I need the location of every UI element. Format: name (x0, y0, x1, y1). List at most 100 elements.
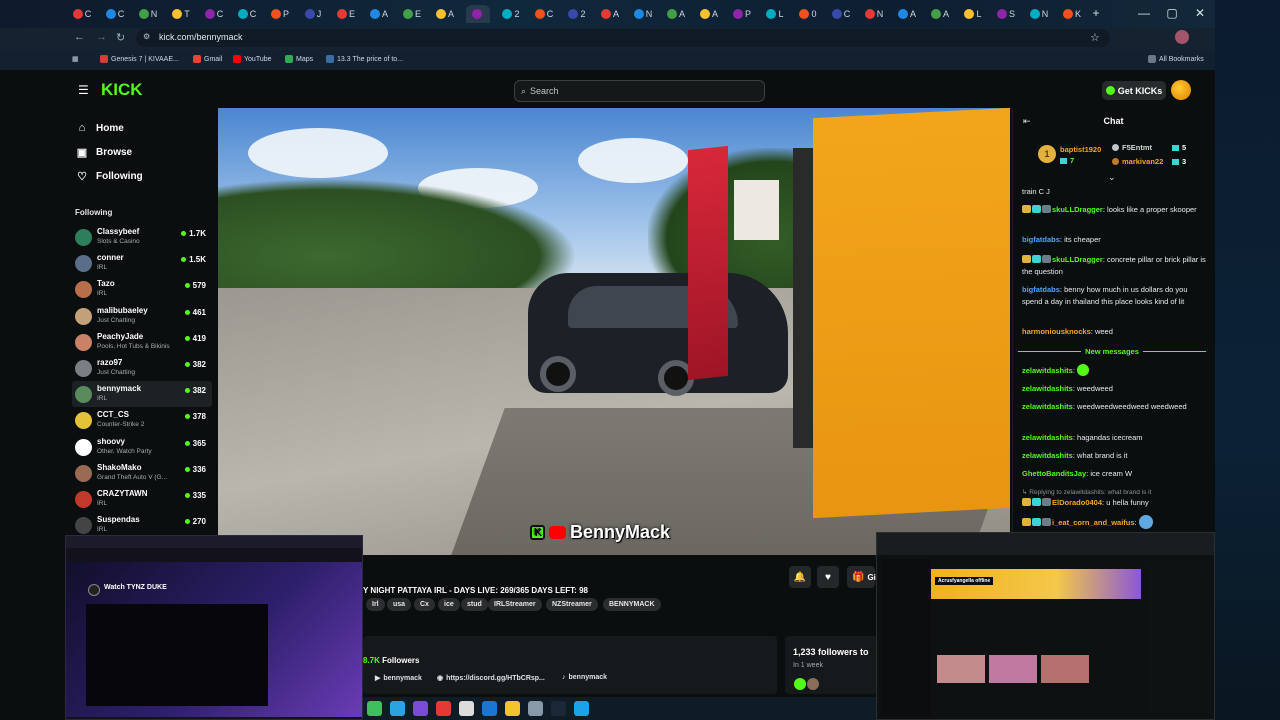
browser-tab[interactable]: A (367, 5, 391, 23)
browser-tab[interactable]: C (235, 5, 259, 23)
chat-username[interactable]: harmoniousknocks (1022, 327, 1091, 336)
chat-username[interactable]: bigfatdabs (1022, 235, 1060, 244)
browser-tab[interactable]: N (1027, 5, 1051, 23)
browser-tab[interactable]: 0 (796, 5, 820, 23)
browser-tab[interactable]: C (202, 5, 226, 23)
bookmark-item[interactable]: 13.3 The price of to... (326, 55, 403, 63)
chat-username[interactable]: zelawitdashits (1022, 366, 1073, 375)
browser-tab[interactable]: L (961, 5, 985, 23)
bookmark-star-icon[interactable]: ☆ (1090, 31, 1100, 44)
browser-tab[interactable]: P (268, 5, 292, 23)
outlook-icon[interactable] (482, 701, 497, 716)
sidebar-channel-item[interactable]: conner IRL 1.5K (72, 250, 212, 276)
get-kicks-button[interactable]: Get KICKs (1102, 81, 1166, 100)
nav-following[interactable]: ♡ Following (76, 170, 143, 183)
profile-avatar[interactable] (1175, 30, 1189, 44)
gifter-entry[interactable]: markivan22 (1112, 157, 1163, 166)
browser-tab[interactable]: E (334, 5, 358, 23)
site-info-icon[interactable]: ⚙ (143, 32, 150, 41)
apps-icon[interactable]: ▦ (72, 55, 79, 63)
stream-tag[interactable]: Irl (366, 598, 385, 611)
chat-username[interactable]: zelawitdashits (1022, 433, 1073, 442)
nav-browse[interactable]: ▣ Browse (76, 146, 132, 159)
app-icon[interactable] (367, 701, 382, 716)
thumbnail-window-left[interactable]: Watch TYNZ DUKE (65, 535, 363, 720)
browser-tab[interactable]: C (103, 5, 127, 23)
expand-gifters-icon[interactable]: ⌄ (1108, 172, 1116, 183)
follow-heart-button[interactable]: ♥ (817, 566, 839, 588)
browser-tab[interactable]: K (1060, 5, 1084, 23)
chat-username[interactable]: zelawitdashits (1022, 451, 1073, 460)
browser-tab[interactable]: L (763, 5, 787, 23)
new-tab-button[interactable]: + (1082, 4, 1110, 22)
app-icon[interactable] (459, 701, 474, 716)
browser-tab[interactable]: A (598, 5, 622, 23)
gifter-entry[interactable]: baptist1920 (1060, 145, 1101, 154)
chat-username[interactable]: skuLLDragger (1052, 255, 1103, 264)
browser-tab[interactable]: A (697, 5, 721, 23)
browser-tab[interactable]: A (433, 5, 457, 23)
browser-tab[interactable]: A (928, 5, 952, 23)
browser-tab[interactable]: C (70, 5, 94, 23)
chat-username[interactable]: GhettoBanditsJay (1022, 469, 1086, 478)
browser-tab[interactable]: A (895, 5, 919, 23)
reload-icon[interactable]: ↻ (116, 31, 125, 44)
app-icon[interactable] (574, 701, 589, 716)
sidebar-channel-item[interactable]: bennymack IRL 382 (72, 381, 212, 408)
stream-tag[interactable]: stud (461, 598, 488, 611)
browser-tab[interactable]: P (730, 5, 754, 23)
browser-tab[interactable]: S (994, 5, 1018, 23)
browser-tab[interactable] (466, 5, 490, 23)
gifter-entry[interactable]: F5Entmt (1112, 143, 1152, 152)
browser-tab[interactable]: T (169, 5, 193, 23)
sidebar-channel-item[interactable]: CCT_CS Counter-Strike 2 378 (72, 407, 212, 433)
browser-tab[interactable]: C (532, 5, 556, 23)
video-player[interactable] (218, 108, 1010, 555)
browser-tab[interactable]: J (301, 5, 325, 23)
sidebar-channel-item[interactable]: Tazo IRL 579 (72, 276, 212, 302)
bookmark-item[interactable]: Gmail (193, 55, 222, 63)
social-link-tiktok[interactable]: ♪ bennymack (562, 674, 607, 681)
kick-logo[interactable]: KICK (101, 80, 143, 100)
sidebar-channel-item[interactable]: razo97 Just Chatting 382 (72, 355, 212, 381)
menu-icon[interactable]: ☰ (78, 83, 89, 97)
gift-button[interactable]: 🎁 Gi (847, 566, 876, 588)
back-icon[interactable]: ← (74, 31, 85, 43)
browser-tab[interactable]: C (829, 5, 853, 23)
browser-tab[interactable]: N (631, 5, 655, 23)
stream-tag[interactable]: IRLStreamer (488, 598, 542, 611)
browser-tab[interactable]: N (136, 5, 160, 23)
url-field[interactable] (136, 29, 1110, 47)
chat-username[interactable]: skuLLDragger (1052, 205, 1103, 214)
telegram-icon[interactable] (390, 701, 405, 716)
user-avatar[interactable] (1171, 80, 1191, 100)
browser-tab[interactable]: 2 (499, 5, 523, 23)
sidebar-channel-item[interactable]: Classybeef Slots & Casino 1.7K (72, 224, 212, 250)
sidebar-channel-item[interactable]: shoovy Other, Watch Party 365 (72, 434, 212, 460)
app-icon[interactable] (413, 701, 428, 716)
sidebar-channel-item[interactable]: PeachyJade Pools, Hot Tubs & Bikinis 419 (72, 329, 212, 355)
close-button[interactable]: ✕ (1186, 4, 1214, 22)
bookmark-item[interactable]: Maps (285, 55, 313, 63)
maximize-button[interactable]: ▢ (1158, 4, 1186, 22)
bookmark-item[interactable]: YouTube (233, 55, 272, 63)
stream-tag[interactable]: ice (438, 598, 460, 611)
social-link-youtube[interactable]: ▶ bennymack (375, 674, 422, 683)
stream-tag[interactable]: Cx (414, 598, 435, 611)
sidebar-channel-item[interactable]: malibubaeley Just Chatting 461 (72, 303, 212, 329)
chat-username[interactable]: zelawitdashits (1022, 402, 1073, 411)
stream-tag[interactable]: usa (387, 598, 412, 611)
browser-tab[interactable]: N (862, 5, 886, 23)
thumbnail-window-right[interactable]: AcrusfyangelIa offline (876, 532, 1215, 720)
stream-tag[interactable]: BENNYMACK (603, 598, 661, 611)
chat-username[interactable]: bigfatdabs (1022, 285, 1060, 294)
bookmark-item[interactable]: Genesis 7 | KIVAAE... (100, 55, 179, 63)
browser-tab[interactable]: A (664, 5, 688, 23)
browser-tab[interactable]: E (400, 5, 424, 23)
all-bookmarks[interactable]: All Bookmarks (1148, 55, 1204, 63)
chat-username[interactable]: zelawitdashits (1022, 384, 1073, 393)
steam-icon[interactable] (551, 701, 566, 716)
folder-icon[interactable] (505, 701, 520, 716)
social-link-discord[interactable]: ◉ https://discord.gg/HTbCRsp... (437, 674, 545, 683)
forward-icon[interactable]: → (96, 31, 107, 43)
